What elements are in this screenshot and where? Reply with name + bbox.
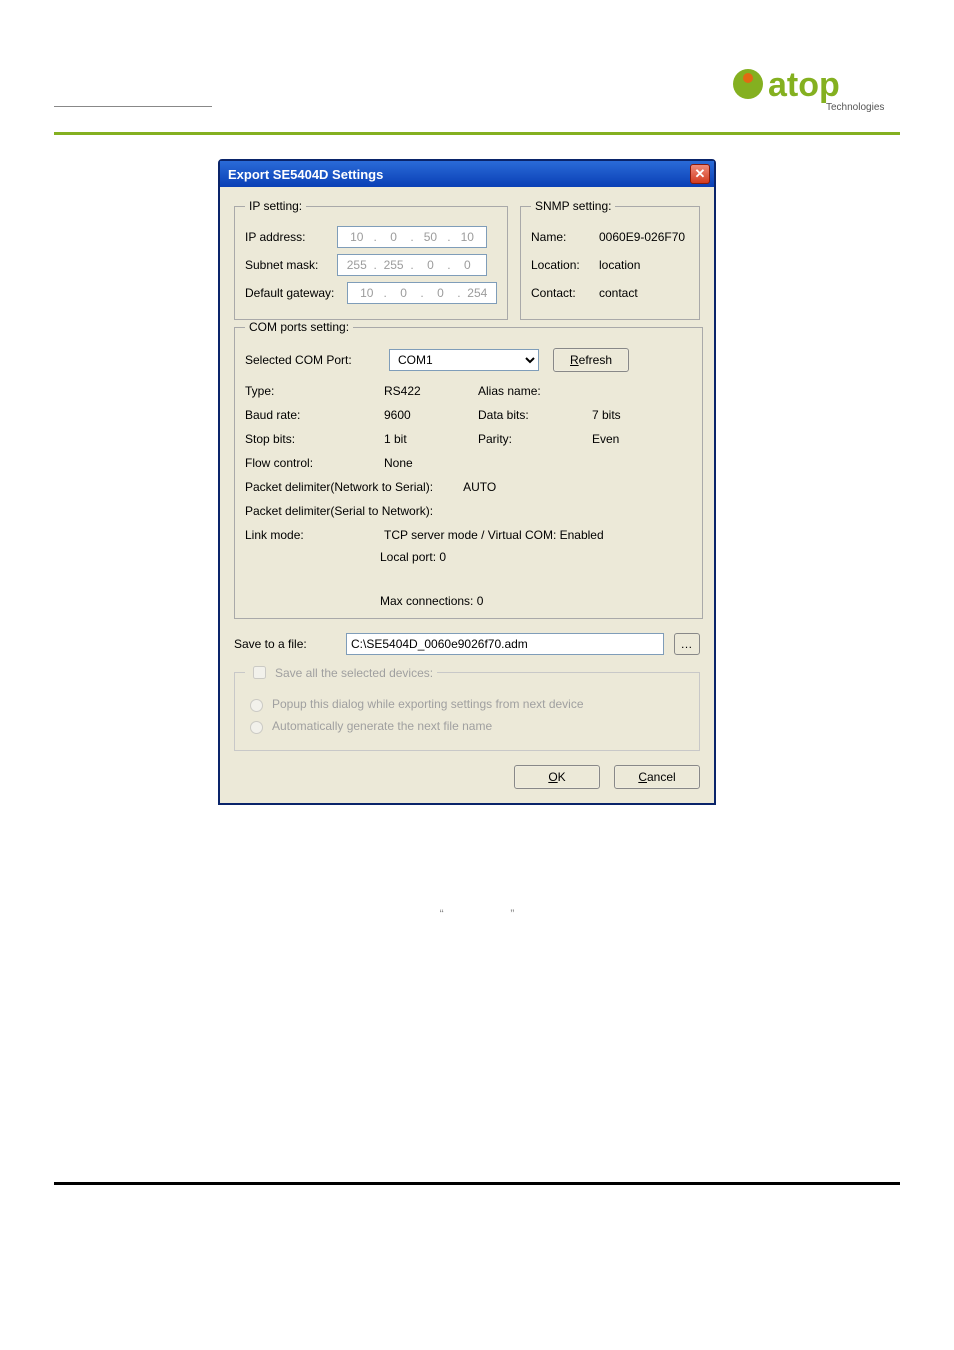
ip-octet: 254 <box>463 286 493 300</box>
ip-octet: 50 <box>416 230 446 244</box>
ip-octet: 10 <box>342 230 372 244</box>
snmp-contact-value: contact <box>599 286 638 300</box>
brand-divider <box>54 132 900 135</box>
ip-setting-group: IP setting: IP address: 10. 0. 50. 10 Su… <box>234 199 508 320</box>
autogen-filename-radio <box>250 721 263 734</box>
ip-address-input[interactable]: 10. 0. 50. 10 <box>337 226 487 248</box>
linkmode-value-3: Max connections: 0 <box>380 594 692 608</box>
parity-label: Parity: <box>478 432 588 446</box>
snmp-setting-legend: SNMP setting: <box>531 199 615 213</box>
page-footer-rule <box>54 1182 900 1185</box>
titlebar: Export SE5404D Settings ✕ <box>220 161 714 187</box>
close-button[interactable]: ✕ <box>690 164 710 184</box>
ip-octet: 0 <box>416 258 446 272</box>
parity-value: Even <box>592 432 692 446</box>
default-gateway-input[interactable]: 10. 0. 0. 254 <box>347 282 497 304</box>
subnet-mask-label: Subnet mask: <box>245 258 337 272</box>
page-caption: “ ” <box>0 907 954 921</box>
baud-value: 9600 <box>384 408 474 422</box>
ip-octet: 0 <box>379 230 409 244</box>
autogen-filename-label: Automatically generate the next file nam… <box>272 719 492 733</box>
selected-com-port-select[interactable]: COM1 <box>389 349 539 371</box>
com-ports-group: COM ports setting: Selected COM Port: CO… <box>234 320 703 619</box>
pkt-n2s-label: Packet delimiter(Network to Serial): <box>245 480 433 494</box>
ok-button[interactable]: OK <box>514 765 600 789</box>
dialog-title: Export SE5404D Settings <box>228 167 383 182</box>
browse-button[interactable]: … <box>674 633 700 655</box>
com-ports-legend: COM ports setting: <box>245 320 353 334</box>
snmp-location-label: Location: <box>531 258 599 272</box>
flow-value: None <box>384 456 474 470</box>
type-label: Type: <box>245 384 380 398</box>
baud-label: Baud rate: <box>245 408 380 422</box>
ip-octet: 0 <box>426 286 456 300</box>
svg-text:atop: atop <box>768 66 840 104</box>
brand-logo: atop Technologies <box>730 58 900 114</box>
ip-octet: 255 <box>342 258 372 272</box>
linkmode-label: Link mode: <box>245 528 380 542</box>
snmp-name-label: Name: <box>531 230 599 244</box>
popup-next-radio <box>250 699 263 712</box>
snmp-setting-group: SNMP setting: Name: 0060E9-026F70 Locati… <box>520 199 700 320</box>
snmp-location-value: location <box>599 258 640 272</box>
ellipsis-icon: … <box>681 637 694 651</box>
pkt-s2n-label: Packet delimiter(Serial to Network): <box>245 504 433 518</box>
databits-label: Data bits: <box>478 408 588 422</box>
save-to-file-input[interactable] <box>346 633 664 655</box>
save-all-group: Save all the selected devices: Popup thi… <box>234 663 700 751</box>
ip-octet: 255 <box>379 258 409 272</box>
export-settings-dialog: Export SE5404D Settings ✕ IP setting: IP… <box>218 159 716 805</box>
svg-text:Technologies: Technologies <box>826 102 884 113</box>
refresh-button[interactable]: Refresh <box>553 348 629 372</box>
stopbits-label: Stop bits: <box>245 432 380 446</box>
close-icon: ✕ <box>695 166 706 182</box>
save-all-legend: Save all the selected devices: <box>275 666 433 680</box>
alias-label: Alias name: <box>478 384 588 398</box>
databits-value: 7 bits <box>592 408 692 422</box>
popup-next-label: Popup this dialog while exporting settin… <box>272 697 584 711</box>
flow-label: Flow control: <box>245 456 380 470</box>
stopbits-value: 1 bit <box>384 432 474 446</box>
ip-setting-legend: IP setting: <box>245 199 306 213</box>
type-value: RS422 <box>384 384 474 398</box>
save-to-file-label: Save to a file: <box>234 637 336 651</box>
cancel-button[interactable]: Cancel <box>614 765 700 789</box>
ip-octet: 0 <box>389 286 419 300</box>
ip-octet: 0 <box>453 258 483 272</box>
ip-address-label: IP address: <box>245 230 337 244</box>
snmp-name-value: 0060E9-026F70 <box>599 230 685 244</box>
pkt-n2s-value: AUTO <box>463 480 496 494</box>
selected-com-port-label: Selected COM Port: <box>245 353 375 367</box>
ip-octet: 10 <box>453 230 483 244</box>
linkmode-value-2: Local port: 0 <box>380 550 692 564</box>
ip-octet: 10 <box>352 286 382 300</box>
snmp-contact-label: Contact: <box>531 286 599 300</box>
linkmode-value-1: TCP server mode / Virtual COM: Enabled <box>384 528 692 542</box>
default-gateway-label: Default gateway: <box>245 286 347 300</box>
subnet-mask-input[interactable]: 255. 255. 0. 0 <box>337 254 487 276</box>
save-all-checkbox <box>253 666 266 679</box>
page-header-rule <box>54 106 212 107</box>
